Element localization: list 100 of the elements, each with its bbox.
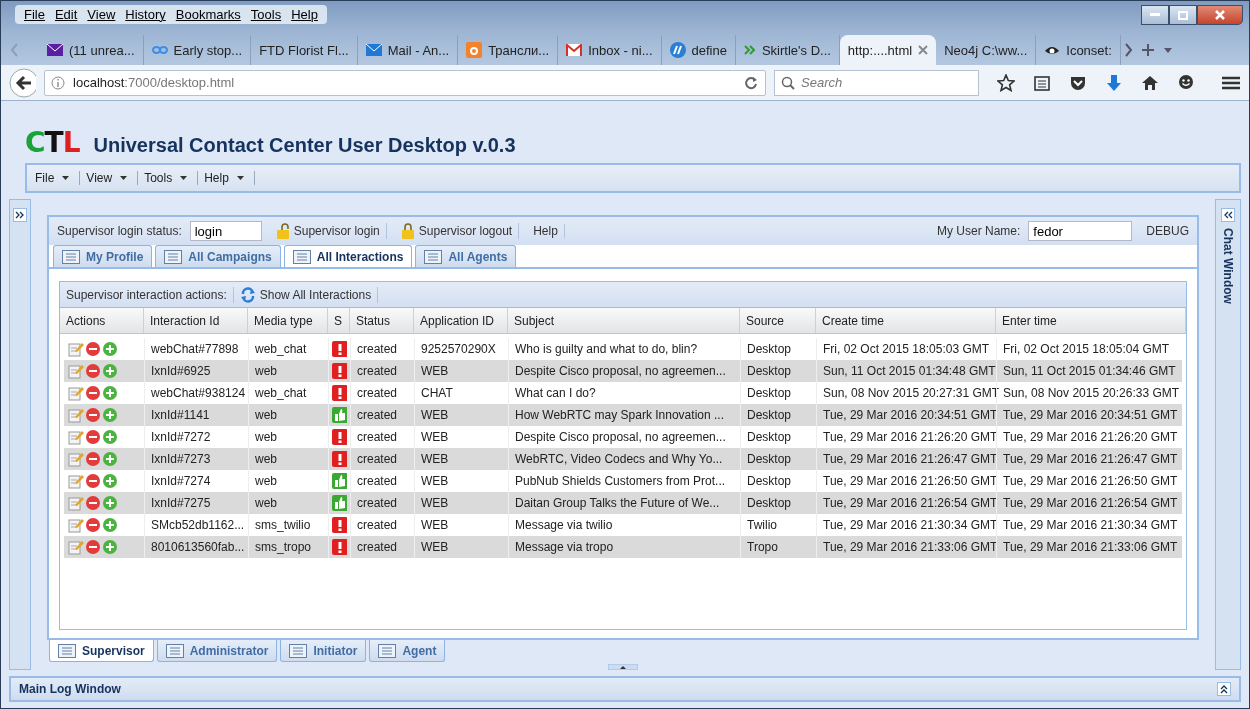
infinity-icon: [151, 45, 168, 55]
user-name-field[interactable]: fedor: [1028, 221, 1133, 241]
remove-icon[interactable]: [85, 495, 101, 511]
chat-window-title: Chat Window: [1221, 228, 1235, 304]
lock-icon: [400, 223, 415, 239]
toolbar-label: Supervisor interaction actions:: [66, 287, 227, 302]
menu-item[interactable]: View: [86, 171, 139, 185]
remove-icon[interactable]: [85, 341, 101, 357]
column-header[interactable]: Subject: [508, 308, 740, 333]
menu-item[interactable]: Help: [286, 7, 323, 22]
supervisor-logout-button[interactable]: Supervisor logout: [394, 223, 520, 239]
maximize-icon: [1178, 10, 1188, 20]
column-header[interactable]: Enter time: [996, 308, 1186, 333]
grid-icon: [62, 249, 80, 264]
column-header[interactable]: Media type: [248, 308, 328, 333]
table-cell: Tue, 29 Mar 2016 21:33:06 GMT: [816, 536, 996, 558]
thumbs-up-icon: [332, 473, 347, 489]
expand-icon[interactable]: [1217, 682, 1231, 696]
column-header[interactable]: Interaction Id: [144, 308, 248, 333]
thumbs-up-icon: [332, 407, 347, 423]
add-icon[interactable]: [102, 517, 118, 533]
alert-icon: [332, 385, 347, 401]
menu-item[interactable]: Tools: [245, 7, 287, 22]
add-icon[interactable]: [102, 363, 118, 379]
reload-icon[interactable]: [743, 74, 760, 91]
maximize-button[interactable]: [1169, 5, 1197, 25]
supervisor-login-button[interactable]: Supervisor login: [269, 223, 387, 239]
menu-item[interactable]: View: [82, 7, 121, 22]
search-icon: [781, 75, 796, 90]
menu-item[interactable]: History: [120, 7, 171, 22]
tab[interactable]: All Interactions: [283, 245, 413, 267]
user-name-label: My User Name:: [936, 224, 1021, 238]
column-header[interactable]: Actions: [60, 308, 144, 333]
tab[interactable]: All Campaigns: [155, 245, 281, 267]
add-icon[interactable]: [102, 341, 118, 357]
menu-item[interactable]: File: [35, 171, 81, 185]
refresh-icon: [239, 286, 256, 303]
remove-icon[interactable]: [85, 385, 101, 401]
tab[interactable]: Administrator: [156, 640, 278, 662]
translate-icon: [466, 42, 483, 58]
column-header[interactable]: Status: [350, 308, 414, 333]
collapse-icon[interactable]: [1221, 208, 1235, 222]
add-icon[interactable]: [102, 451, 118, 467]
tab[interactable]: Supervisor: [49, 640, 154, 662]
log-window-title: Main Log Window: [19, 682, 121, 696]
alert-icon: [332, 341, 347, 357]
caret-icon: [180, 176, 188, 180]
add-icon[interactable]: [102, 495, 118, 511]
mail-icon: [566, 44, 583, 56]
alert-icon: [332, 429, 347, 445]
collapse-handle-icon[interactable]: [608, 664, 638, 670]
minimize-button[interactable]: [1141, 5, 1169, 25]
column-header[interactable]: Application ID: [414, 308, 508, 333]
home-icon[interactable]: [1141, 73, 1159, 92]
remove-icon[interactable]: [85, 517, 101, 533]
table-cell: Message via tropo: [508, 536, 740, 558]
add-icon[interactable]: [102, 385, 118, 401]
close-icon[interactable]: [918, 45, 929, 55]
show-all-button[interactable]: Show All Interactions: [232, 286, 379, 303]
table-cell: WEB: [414, 536, 508, 558]
back-button[interactable]: [9, 67, 37, 98]
close-button[interactable]: [1197, 5, 1243, 25]
tab[interactable]: My Profile: [53, 245, 153, 267]
tab[interactable]: Agent: [369, 640, 446, 662]
menu-item[interactable]: Edit: [49, 7, 83, 22]
add-icon[interactable]: [102, 407, 118, 423]
caret-icon: [236, 176, 244, 180]
menu-item[interactable]: Help: [204, 171, 255, 185]
remove-icon[interactable]: [85, 451, 101, 467]
app-title: Universal Contact Center User Desktop v.0.3: [93, 134, 516, 157]
download-icon[interactable]: [1105, 73, 1123, 92]
search-field[interactable]: Search: [774, 69, 979, 96]
remove-icon[interactable]: [85, 429, 101, 445]
remove-icon[interactable]: [85, 407, 101, 423]
grid-icon: [58, 643, 76, 658]
column-header[interactable]: S: [328, 308, 350, 333]
minimize-icon: [1150, 13, 1160, 17]
reading-list-icon[interactable]: [1033, 73, 1051, 92]
column-header[interactable]: Source: [740, 308, 816, 333]
address-bar[interactable]: localhost:7000/desktop.html: [44, 69, 767, 96]
add-icon[interactable]: [102, 539, 118, 555]
star-icon[interactable]: [997, 73, 1015, 92]
smiley-icon[interactable]: [1177, 73, 1195, 92]
login-status-field[interactable]: login: [189, 221, 262, 241]
remove-icon[interactable]: [85, 363, 101, 379]
tab[interactable]: Initiator: [280, 640, 367, 662]
menu-item[interactable]: File: [19, 7, 50, 22]
help-button[interactable]: Help: [527, 224, 565, 238]
column-header[interactable]: Create time: [816, 308, 996, 333]
tab[interactable]: All Agents: [415, 245, 517, 267]
browser-tab[interactable]: http:....html: [839, 35, 937, 65]
add-icon[interactable]: [102, 429, 118, 445]
expand-icon[interactable]: [13, 208, 27, 222]
remove-icon[interactable]: [85, 539, 101, 555]
thumbs-up-icon: [332, 495, 347, 511]
menu-item[interactable]: Tools: [144, 171, 199, 185]
remove-icon[interactable]: [85, 473, 101, 489]
menu-item[interactable]: Bookmarks: [170, 7, 246, 22]
grid-icon: [165, 643, 184, 658]
add-icon[interactable]: [102, 473, 118, 489]
